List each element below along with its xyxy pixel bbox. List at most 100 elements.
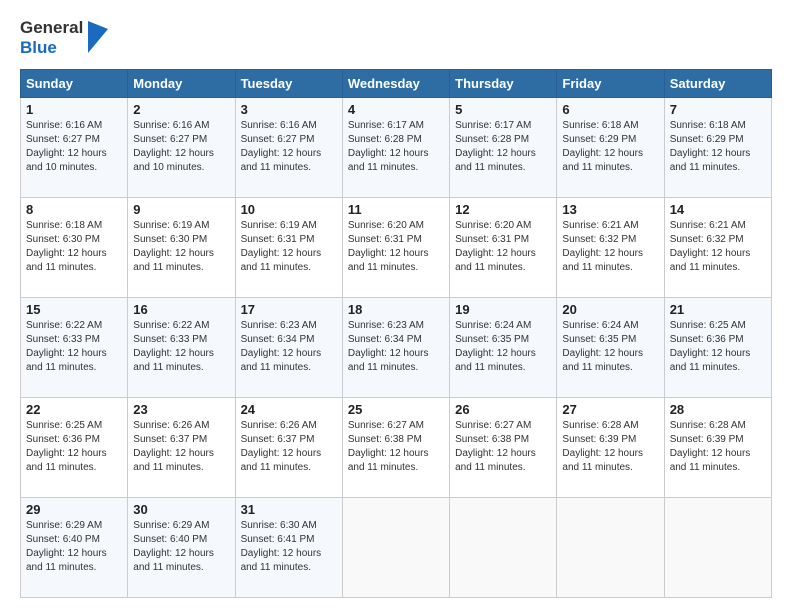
- day-info: Sunrise: 6:28 AMSunset: 6:39 PMDaylight:…: [562, 420, 643, 473]
- calendar-cell: 30 Sunrise: 6:29 AMSunset: 6:40 PMDaylig…: [128, 497, 235, 597]
- day-number: 16: [133, 302, 229, 317]
- day-info: Sunrise: 6:16 AMSunset: 6:27 PMDaylight:…: [26, 120, 107, 173]
- day-number: 31: [241, 502, 337, 517]
- day-header-tuesday: Tuesday: [235, 69, 342, 97]
- day-number: 27: [562, 402, 658, 417]
- calendar-cell: 22 Sunrise: 6:25 AMSunset: 6:36 PMDaylig…: [21, 397, 128, 497]
- day-info: Sunrise: 6:21 AMSunset: 6:32 PMDaylight:…: [670, 220, 751, 273]
- day-info: Sunrise: 6:16 AMSunset: 6:27 PMDaylight:…: [241, 120, 322, 173]
- day-number: 10: [241, 202, 337, 217]
- page: General Blue SundayMondayTuesdayWednesda…: [0, 0, 792, 612]
- day-number: 28: [670, 402, 766, 417]
- calendar-cell: 12 Sunrise: 6:20 AMSunset: 6:31 PMDaylig…: [450, 197, 557, 297]
- day-info: Sunrise: 6:23 AMSunset: 6:34 PMDaylight:…: [348, 320, 429, 373]
- day-number: 11: [348, 202, 444, 217]
- day-info: Sunrise: 6:28 AMSunset: 6:39 PMDaylight:…: [670, 420, 751, 473]
- day-header-sunday: Sunday: [21, 69, 128, 97]
- calendar-cell: 27 Sunrise: 6:28 AMSunset: 6:39 PMDaylig…: [557, 397, 664, 497]
- calendar-cell: 26 Sunrise: 6:27 AMSunset: 6:38 PMDaylig…: [450, 397, 557, 497]
- logo-blue: Blue: [20, 38, 57, 57]
- day-number: 19: [455, 302, 551, 317]
- day-number: 7: [670, 102, 766, 117]
- day-info: Sunrise: 6:24 AMSunset: 6:35 PMDaylight:…: [562, 320, 643, 373]
- day-number: 26: [455, 402, 551, 417]
- day-info: Sunrise: 6:19 AMSunset: 6:30 PMDaylight:…: [133, 220, 214, 273]
- day-number: 9: [133, 202, 229, 217]
- day-info: Sunrise: 6:22 AMSunset: 6:33 PMDaylight:…: [133, 320, 214, 373]
- calendar-cell: 9 Sunrise: 6:19 AMSunset: 6:30 PMDayligh…: [128, 197, 235, 297]
- logo-triangle: [86, 21, 108, 58]
- calendar-cell: 23 Sunrise: 6:26 AMSunset: 6:37 PMDaylig…: [128, 397, 235, 497]
- day-number: 24: [241, 402, 337, 417]
- day-info: Sunrise: 6:26 AMSunset: 6:37 PMDaylight:…: [133, 420, 214, 473]
- calendar-cell: 17 Sunrise: 6:23 AMSunset: 6:34 PMDaylig…: [235, 297, 342, 397]
- day-header-wednesday: Wednesday: [342, 69, 449, 97]
- day-info: Sunrise: 6:25 AMSunset: 6:36 PMDaylight:…: [670, 320, 751, 373]
- day-number: 6: [562, 102, 658, 117]
- day-info: Sunrise: 6:21 AMSunset: 6:32 PMDaylight:…: [562, 220, 643, 273]
- day-info: Sunrise: 6:17 AMSunset: 6:28 PMDaylight:…: [455, 120, 536, 173]
- calendar-cell: 25 Sunrise: 6:27 AMSunset: 6:38 PMDaylig…: [342, 397, 449, 497]
- day-info: Sunrise: 6:20 AMSunset: 6:31 PMDaylight:…: [348, 220, 429, 273]
- day-info: Sunrise: 6:29 AMSunset: 6:40 PMDaylight:…: [26, 520, 107, 573]
- day-info: Sunrise: 6:26 AMSunset: 6:37 PMDaylight:…: [241, 420, 322, 473]
- calendar-cell: 6 Sunrise: 6:18 AMSunset: 6:29 PMDayligh…: [557, 97, 664, 197]
- calendar-cell: 24 Sunrise: 6:26 AMSunset: 6:37 PMDaylig…: [235, 397, 342, 497]
- day-number: 30: [133, 502, 229, 517]
- day-number: 2: [133, 102, 229, 117]
- day-info: Sunrise: 6:27 AMSunset: 6:38 PMDaylight:…: [348, 420, 429, 473]
- calendar-cell: 18 Sunrise: 6:23 AMSunset: 6:34 PMDaylig…: [342, 297, 449, 397]
- day-number: 13: [562, 202, 658, 217]
- calendar-cell: 29 Sunrise: 6:29 AMSunset: 6:40 PMDaylig…: [21, 497, 128, 597]
- calendar-cell: 13 Sunrise: 6:21 AMSunset: 6:32 PMDaylig…: [557, 197, 664, 297]
- day-number: 14: [670, 202, 766, 217]
- day-number: 17: [241, 302, 337, 317]
- day-header-monday: Monday: [128, 69, 235, 97]
- day-info: Sunrise: 6:19 AMSunset: 6:31 PMDaylight:…: [241, 220, 322, 273]
- calendar-cell: 19 Sunrise: 6:24 AMSunset: 6:35 PMDaylig…: [450, 297, 557, 397]
- calendar-cell: 7 Sunrise: 6:18 AMSunset: 6:29 PMDayligh…: [664, 97, 771, 197]
- calendar-cell: 16 Sunrise: 6:22 AMSunset: 6:33 PMDaylig…: [128, 297, 235, 397]
- calendar-cell: 14 Sunrise: 6:21 AMSunset: 6:32 PMDaylig…: [664, 197, 771, 297]
- calendar-cell: 5 Sunrise: 6:17 AMSunset: 6:28 PMDayligh…: [450, 97, 557, 197]
- calendar-cell: 20 Sunrise: 6:24 AMSunset: 6:35 PMDaylig…: [557, 297, 664, 397]
- day-info: Sunrise: 6:30 AMSunset: 6:41 PMDaylight:…: [241, 520, 322, 573]
- day-number: 20: [562, 302, 658, 317]
- calendar-cell: [664, 497, 771, 597]
- calendar-cell: 10 Sunrise: 6:19 AMSunset: 6:31 PMDaylig…: [235, 197, 342, 297]
- day-number: 18: [348, 302, 444, 317]
- day-info: Sunrise: 6:23 AMSunset: 6:34 PMDaylight:…: [241, 320, 322, 373]
- day-header-thursday: Thursday: [450, 69, 557, 97]
- day-info: Sunrise: 6:27 AMSunset: 6:38 PMDaylight:…: [455, 420, 536, 473]
- day-info: Sunrise: 6:22 AMSunset: 6:33 PMDaylight:…: [26, 320, 107, 373]
- day-info: Sunrise: 6:18 AMSunset: 6:29 PMDaylight:…: [562, 120, 643, 173]
- day-number: 29: [26, 502, 122, 517]
- day-number: 22: [26, 402, 122, 417]
- calendar-table: SundayMondayTuesdayWednesdayThursdayFrid…: [20, 69, 772, 598]
- day-number: 1: [26, 102, 122, 117]
- calendar-cell: 8 Sunrise: 6:18 AMSunset: 6:30 PMDayligh…: [21, 197, 128, 297]
- day-info: Sunrise: 6:16 AMSunset: 6:27 PMDaylight:…: [133, 120, 214, 173]
- calendar-cell: 11 Sunrise: 6:20 AMSunset: 6:31 PMDaylig…: [342, 197, 449, 297]
- calendar-cell: 31 Sunrise: 6:30 AMSunset: 6:41 PMDaylig…: [235, 497, 342, 597]
- day-number: 3: [241, 102, 337, 117]
- calendar-cell: [342, 497, 449, 597]
- logo: General Blue: [20, 18, 108, 59]
- day-info: Sunrise: 6:24 AMSunset: 6:35 PMDaylight:…: [455, 320, 536, 373]
- logo-wordmark: General Blue: [20, 18, 83, 59]
- day-header-saturday: Saturday: [664, 69, 771, 97]
- day-number: 25: [348, 402, 444, 417]
- day-number: 12: [455, 202, 551, 217]
- day-info: Sunrise: 6:25 AMSunset: 6:36 PMDaylight:…: [26, 420, 107, 473]
- calendar-cell: 28 Sunrise: 6:28 AMSunset: 6:39 PMDaylig…: [664, 397, 771, 497]
- calendar-cell: 2 Sunrise: 6:16 AMSunset: 6:27 PMDayligh…: [128, 97, 235, 197]
- day-info: Sunrise: 6:18 AMSunset: 6:29 PMDaylight:…: [670, 120, 751, 173]
- calendar-cell: 1 Sunrise: 6:16 AMSunset: 6:27 PMDayligh…: [21, 97, 128, 197]
- header: General Blue: [20, 18, 772, 59]
- calendar-cell: 3 Sunrise: 6:16 AMSunset: 6:27 PMDayligh…: [235, 97, 342, 197]
- calendar-cell: [557, 497, 664, 597]
- day-number: 5: [455, 102, 551, 117]
- calendar-cell: 15 Sunrise: 6:22 AMSunset: 6:33 PMDaylig…: [21, 297, 128, 397]
- day-info: Sunrise: 6:17 AMSunset: 6:28 PMDaylight:…: [348, 120, 429, 173]
- day-info: Sunrise: 6:18 AMSunset: 6:30 PMDaylight:…: [26, 220, 107, 273]
